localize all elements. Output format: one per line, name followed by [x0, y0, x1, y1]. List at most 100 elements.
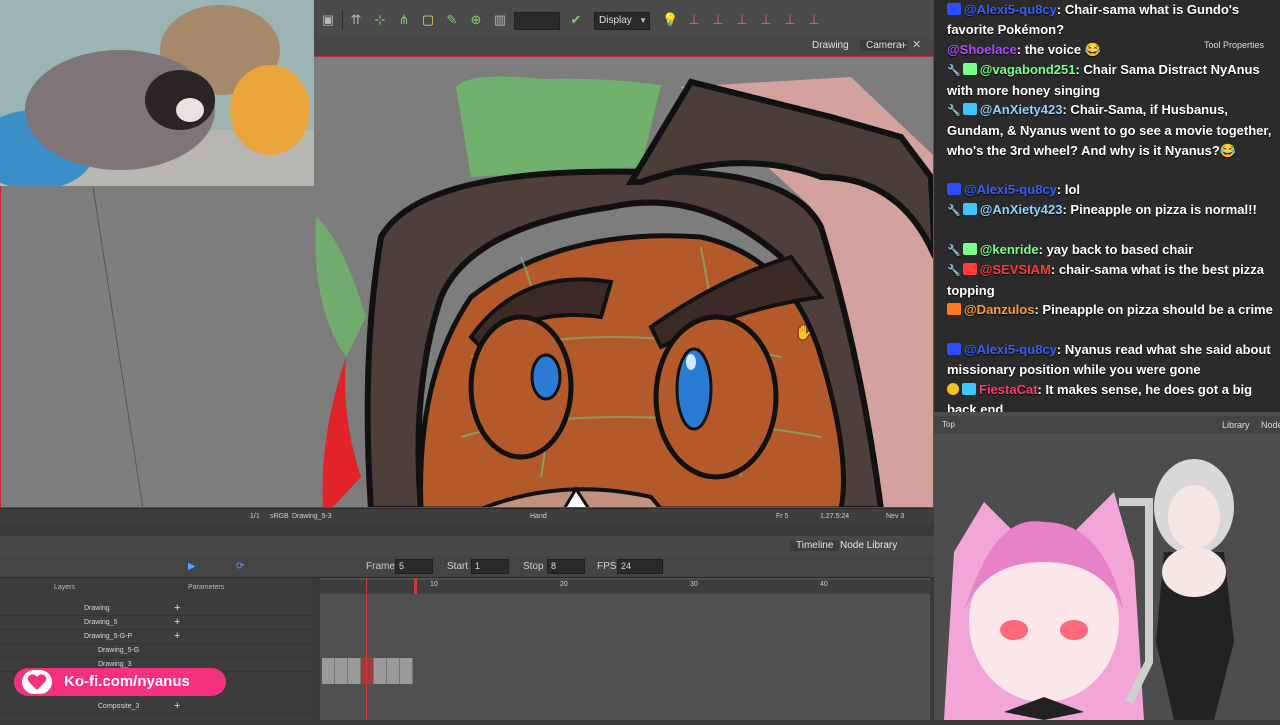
scale-readout: 1/1 [250, 513, 260, 520]
frame-cell[interactable] [400, 658, 413, 684]
blank-select[interactable] [514, 12, 560, 30]
layer-row[interactable]: Drawing_5-G [0, 644, 312, 658]
viewport-statusbar: 1/1 sRGB Drawing_5-3 Hand Fr 5 1.27.5:24… [0, 508, 934, 524]
chat-panel: @Alexi5-qu8cy: Chair-sama what is Gundo'… [934, 0, 1280, 417]
onion-skin-first-icon[interactable]: ⊥ [686, 12, 702, 28]
onion-skin-end-icon[interactable]: ⊥ [806, 12, 822, 28]
layer-name: Composite_3 [98, 703, 140, 710]
frame-cell[interactable] [387, 658, 400, 684]
layer-row[interactable]: Drawing + [0, 602, 312, 616]
chat-message: 🔧 @AnXiety423: Pineapple on pizza is norm… [947, 200, 1280, 221]
view-tabs: Drawing Camera + ✕ [314, 38, 934, 56]
chat-text: : Pineapple on pizza is normal!! [1062, 202, 1257, 217]
chat-message: @Danzulos: Pineapple on pizza should be … [947, 300, 1280, 320]
hand-cursor-icon: ✋ [795, 324, 813, 340]
tab-timeline[interactable]: Timeline [790, 540, 840, 551]
loop-icon[interactable]: ⟳ [236, 561, 244, 572]
layout-icon[interactable]: ▣ [320, 12, 336, 28]
tab-node[interactable]: Node [1261, 420, 1280, 430]
tab-drawing[interactable]: Drawing [812, 40, 849, 51]
layer-name: Drawing_5 [84, 619, 118, 626]
chat-username: FiestaCat [979, 382, 1038, 397]
tool-properties-tab[interactable]: Tool Properties [1204, 40, 1264, 50]
parameters-header: Parameters [188, 584, 225, 591]
badge-icon [947, 183, 961, 195]
layer-row[interactable]: Drawing_5-G-P + [0, 630, 312, 644]
chat-text: : the voice 😂 [1016, 42, 1101, 57]
check-icon[interactable]: ✔ [568, 12, 584, 28]
layer-name: Drawing_5-G [98, 647, 140, 654]
display-select-value: Display [599, 15, 632, 26]
display-select[interactable]: Display ▼ [594, 12, 650, 30]
frame-icon[interactable]: ▢ [420, 12, 436, 28]
chat-message: 🔧 @vagabond251: Chair Sama Distract NyAnu… [947, 60, 1280, 101]
add-view-icon[interactable]: + [900, 38, 907, 52]
add-icon[interactable]: + [174, 602, 180, 614]
toolbar-separator [342, 10, 343, 30]
layer-row[interactable]: Composite_3 + [0, 700, 312, 714]
frames-panel[interactable]: 10 20 30 40 [320, 578, 930, 720]
grid-icon[interactable]: ▥ [492, 12, 508, 28]
chat-message: 🔧 @SEVSIAM: chair-sama what is the best p… [947, 260, 1280, 301]
wrench-icon: 🔧 [947, 265, 961, 277]
badge-icon [947, 3, 961, 15]
fps-field[interactable]: 24 [617, 559, 663, 574]
transform-tool-icon[interactable]: ⊹ [372, 12, 388, 28]
drawing-readout: Drawing_5-3 [292, 513, 332, 520]
badge-icon [962, 203, 977, 215]
wrench-icon: 🔧 [947, 245, 961, 257]
frame-cell[interactable] [348, 658, 361, 684]
tab-library[interactable]: Library [1222, 420, 1250, 430]
frame-cell-selected[interactable] [361, 658, 374, 684]
chat-message: @Alexi5-qu8cy: lol [947, 180, 1280, 200]
kofi-link[interactable]: Ko-fi.com/nyanus [64, 673, 190, 690]
rig-tool-icon[interactable]: ⋔ [396, 12, 412, 28]
chat-username: @SEVSIAM [979, 262, 1051, 277]
chevron-down-icon: ▼ [639, 16, 647, 25]
main-toolbar: ▣ ⇈ ⊹ ⋔ ▢ ✎ ⊕ ▥ ✔ Display ▼ 💡 ⊥ ⊥ ⊥ ⊥ ⊥ … [314, 0, 934, 42]
pencil-icon[interactable]: ✎ [444, 12, 460, 28]
fps-label: FPS [597, 561, 617, 572]
chat-text: : lol [1056, 182, 1080, 197]
badge-icon [962, 243, 977, 255]
frame-number: 20 [560, 581, 568, 588]
layer-name: Drawing [84, 605, 110, 612]
select-tool-icon[interactable]: ⇈ [348, 12, 364, 28]
layer-row[interactable]: Drawing_5 + [0, 616, 312, 630]
wrench-icon: 🔧 [947, 205, 961, 217]
chat-username: @AnXiety423 [979, 102, 1063, 117]
frame-cell[interactable] [322, 658, 335, 684]
camera-icon[interactable]: ⊕ [468, 12, 484, 28]
stop-field[interactable]: 8 [547, 559, 585, 574]
frame-number: 10 [430, 581, 438, 588]
frame-field[interactable]: 5 [395, 559, 433, 574]
onion-skin-prev-icon[interactable]: ⊥ [710, 12, 726, 28]
start-field[interactable]: 1 [471, 559, 509, 574]
chat-username: @vagabond251 [979, 62, 1076, 77]
stop-marker[interactable] [414, 578, 417, 594]
onion-skin-next-icon[interactable]: ⊥ [758, 12, 774, 28]
frame-cell[interactable] [374, 658, 387, 684]
light-icon[interactable]: 💡 [662, 12, 678, 28]
tab-node-library[interactable]: Node Library [840, 540, 897, 551]
add-icon[interactable]: + [174, 616, 180, 628]
close-icon[interactable]: ✕ [912, 38, 921, 51]
zoom-readout: 1.27.5:24 [820, 513, 850, 520]
chat-username: @Danzulos [964, 302, 1035, 317]
kofi-heart-icon [22, 670, 52, 694]
chat-message: 🔧 @AnXiety423: Chair-Sama, if Husbanus, G… [947, 100, 1280, 161]
onion-skin-current-icon[interactable]: ⊥ [734, 12, 750, 28]
onion-skin-last-icon[interactable]: ⊥ [782, 12, 798, 28]
node-view-panel[interactable] [934, 412, 1280, 720]
play-icon[interactable]: ▶ [188, 561, 196, 572]
frame-number: 30 [690, 581, 698, 588]
frame-cell[interactable] [335, 658, 348, 684]
add-icon[interactable]: + [174, 700, 180, 712]
badge-icon [962, 63, 977, 75]
add-icon[interactable]: + [174, 630, 180, 642]
badge-icon [962, 383, 976, 395]
chat-text: : yay back to based chair [1038, 242, 1194, 257]
playhead[interactable] [366, 578, 367, 720]
stop-label: Stop [523, 561, 544, 572]
frame-ruler[interactable]: 10 20 30 40 [320, 580, 930, 594]
